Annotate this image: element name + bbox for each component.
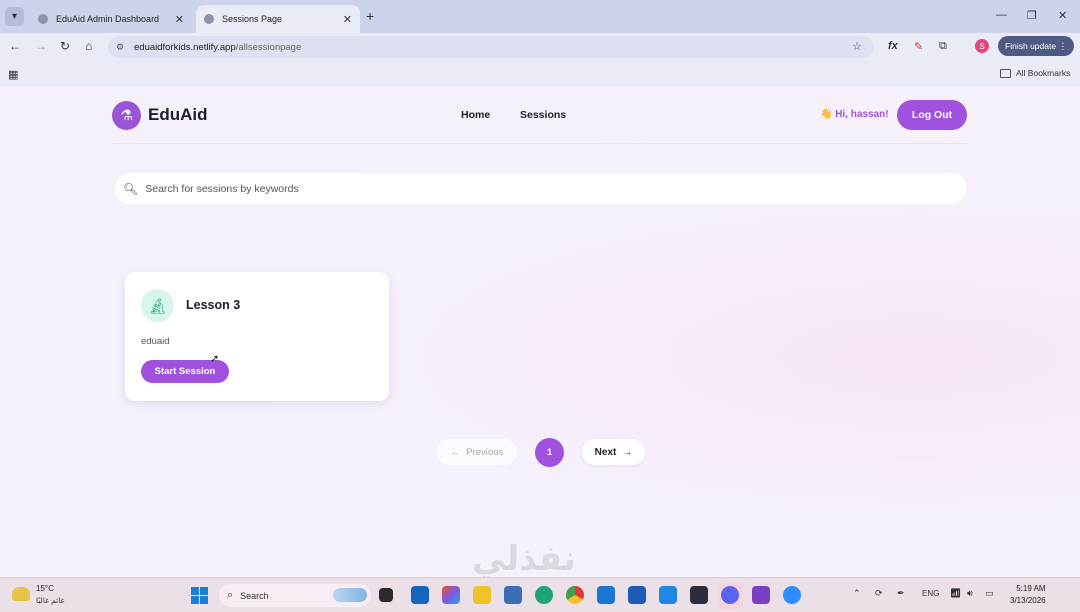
sync-icon[interactable]: ⟳ xyxy=(875,588,883,599)
next-label: Next xyxy=(594,446,617,458)
pen-tray-icon[interactable]: ✒ xyxy=(897,588,905,599)
user-greeting: 👋 Hi, hassan! xyxy=(820,109,889,120)
url-path: /allsessionpage xyxy=(235,41,302,53)
nav-home[interactable]: Home xyxy=(461,109,490,121)
watermark-logo: نفذلي xyxy=(472,539,577,579)
copilot-icon[interactable] xyxy=(442,586,460,604)
fx-extension-icon[interactable]: fx xyxy=(888,40,898,52)
tab-search-menu-icon[interactable]: ▾ xyxy=(5,7,24,26)
extensions-puzzle-icon[interactable]: ⧉ xyxy=(939,40,947,53)
flask-logo-icon[interactable]: ⚗ xyxy=(112,101,141,130)
search-icon: ⌕ xyxy=(227,589,234,601)
microscope-icon: 🔬︎ xyxy=(141,289,174,322)
finish-update-label: Finish update xyxy=(1005,41,1057,51)
previous-page-button[interactable]: ← Previous xyxy=(437,439,517,465)
sessions-page: ⚗ EduAid Home Sessions 👋 Hi, hassan! Log… xyxy=(0,87,1080,579)
nav-sessions[interactable]: Sessions xyxy=(520,109,566,121)
profile-avatar[interactable]: S xyxy=(975,39,989,53)
logout-button[interactable]: Log Out xyxy=(897,100,967,130)
apps-grid-icon[interactable]: ▦ xyxy=(8,68,18,81)
search-icon: 🔍︎ xyxy=(123,181,139,196)
next-page-button[interactable]: Next → xyxy=(582,439,645,465)
vscode-icon[interactable] xyxy=(659,586,677,604)
url-host: eduaidforkids.netlify.app xyxy=(134,41,236,53)
arrow-right-icon: → xyxy=(622,446,633,458)
forward-icon[interactable]: → xyxy=(35,39,47,53)
back-icon[interactable]: ← xyxy=(9,39,21,53)
file-explorer-icon[interactable] xyxy=(473,586,491,604)
windows-taskbar: 15°C غائم غالبًا ⌕ Search ⌃ ⟳ ✒ ENG 📶︎ 🔊… xyxy=(0,577,1080,612)
clock-time: 5:19 AM xyxy=(1016,584,1046,593)
tab-favicon-icon xyxy=(38,14,48,24)
weather-condition[interactable]: غائم غالبًا xyxy=(36,596,64,605)
all-bookmarks-button[interactable]: All Bookmarks xyxy=(1000,68,1070,78)
volume-icon[interactable]: 🔊︎ xyxy=(967,588,973,599)
site-info-icon[interactable]: ⚙ xyxy=(116,42,128,52)
header-divider xyxy=(112,143,967,144)
browser-tabbar: ▾ EduAid Admin Dashboard ✕ Sessions Page… xyxy=(0,0,1080,33)
new-tab-button[interactable]: + xyxy=(366,8,374,24)
brand-name[interactable]: EduAid xyxy=(148,105,208,125)
close-icon[interactable]: ✕ xyxy=(175,13,184,26)
chrome-icon[interactable] xyxy=(566,586,584,604)
arrow-left-icon: ← xyxy=(450,446,461,458)
restore-icon[interactable]: ❐ xyxy=(1027,9,1037,22)
session-title: Lesson 3 xyxy=(186,298,241,312)
session-card: 🔬︎ Lesson 3 eduaid Start Session xyxy=(125,272,389,401)
all-bookmarks-label: All Bookmarks xyxy=(1016,68,1071,78)
visual-studio-icon[interactable] xyxy=(752,586,770,604)
weather-temperature[interactable]: 15°C xyxy=(36,584,54,593)
discord-icon[interactable] xyxy=(721,586,739,604)
wifi-icon[interactable]: 📶︎ xyxy=(950,588,961,599)
previous-label: Previous xyxy=(466,446,504,458)
bookmarks-bar: ▦ All Bookmarks xyxy=(0,61,1080,87)
tab-sessions-page[interactable]: Sessions Page ✕ xyxy=(196,5,360,33)
language-indicator[interactable]: ENG xyxy=(922,589,939,598)
folder-icon xyxy=(1000,68,1011,78)
zoom-icon[interactable] xyxy=(783,586,801,604)
system-clock[interactable]: 5:19 AM 3/13/2026 xyxy=(1010,583,1046,607)
tray-chevron-icon[interactable]: ⌃ xyxy=(853,588,861,599)
close-icon[interactable]: ✕ xyxy=(343,13,352,26)
windows-start-icon[interactable] xyxy=(191,587,208,604)
word-icon[interactable] xyxy=(628,586,646,604)
taskbar-search[interactable]: ⌕ Search xyxy=(219,584,371,607)
outlook-icon[interactable] xyxy=(411,586,429,604)
minimize-icon[interactable]: — xyxy=(996,9,1007,21)
tab-eduaid-admin-dashboard[interactable]: EduAid Admin Dashboard ✕ xyxy=(30,5,192,33)
edge-icon[interactable] xyxy=(535,586,553,604)
battery-icon[interactable]: ▭ xyxy=(985,588,994,599)
finish-update-button[interactable]: Finish update ⋮ xyxy=(998,36,1074,56)
pen-extension-icon[interactable]: ✎ xyxy=(914,40,923,53)
search-input[interactable] xyxy=(145,182,936,195)
store-icon[interactable] xyxy=(504,586,522,604)
mail-icon[interactable] xyxy=(597,586,615,604)
clock-date: 3/13/2026 xyxy=(1010,596,1046,605)
browser-toolbar: ← → ↻ ⌂ ⚙ eduaidforkids.netlify.app/alls… xyxy=(0,33,1080,61)
tab-title: EduAid Admin Dashboard xyxy=(56,14,160,24)
tab-title: Sessions Page xyxy=(222,14,283,24)
home-icon[interactable]: ⌂ xyxy=(85,39,92,53)
task-view-icon[interactable] xyxy=(379,588,393,602)
mouse-pointer-icon: ➚ xyxy=(210,353,220,365)
page-number-button[interactable]: 1 xyxy=(535,438,564,467)
arduino-icon[interactable] xyxy=(690,586,708,604)
window-close-icon[interactable]: ✕ xyxy=(1058,9,1067,22)
bookmark-star-icon[interactable]: ☆ xyxy=(852,40,862,53)
weather-icon[interactable] xyxy=(12,587,30,601)
taskbar-search-label: Search xyxy=(240,590,269,601)
session-author: eduaid xyxy=(141,336,170,347)
address-bar[interactable]: ⚙ eduaidforkids.netlify.app/allsessionpa… xyxy=(108,36,874,58)
search-highlight-image xyxy=(333,588,367,602)
reload-icon[interactable]: ↻ xyxy=(60,39,70,53)
tab-favicon-icon xyxy=(204,14,214,24)
session-search-bar: 🔍︎ xyxy=(115,173,966,204)
